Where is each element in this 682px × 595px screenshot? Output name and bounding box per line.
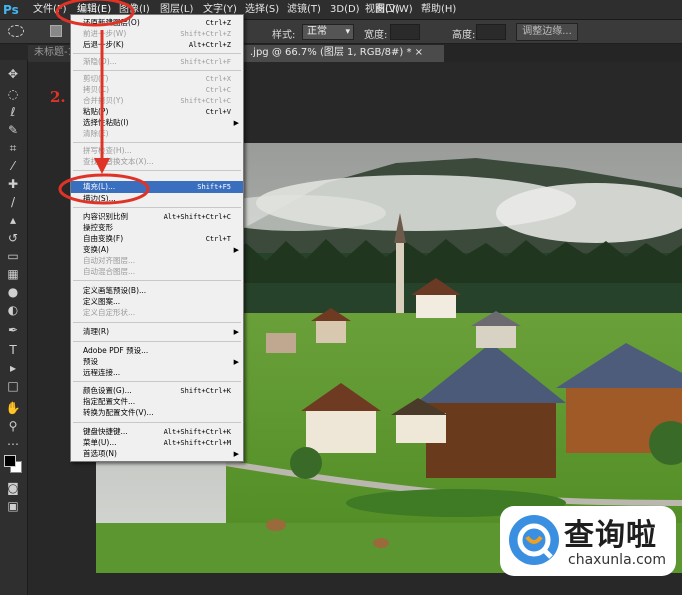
quick-mask-icon[interactable]: ◙ <box>4 480 22 496</box>
menu-item-fill[interactable]: 填充(L)... Shift+F5 <box>71 181 243 193</box>
blur-tool-icon[interactable]: ● <box>4 284 22 300</box>
eyedropper-tool-icon[interactable]: ⁄ <box>4 158 22 174</box>
menu-item-paste[interactable]: 粘贴(P) Ctrl+V <box>71 107 243 117</box>
submenu-arrow-icon: ▶ <box>233 119 239 127</box>
menu-item-define-custom-shape[interactable]: 定义自定形状... <box>71 308 243 318</box>
menu-item-assign-profile[interactable]: 指定配置文件... <box>71 397 243 407</box>
watermark: 查询啦 chaxunla.com <box>500 506 676 576</box>
width-label: 宽度: <box>364 30 388 41</box>
menu-item-keyboard-shortcuts[interactable]: 键盘快捷键... Alt+Shift+Ctrl+K <box>71 427 243 437</box>
clone-stamp-tool-icon[interactable]: ▴ <box>4 212 22 228</box>
elliptical-marquee-icon[interactable] <box>8 25 24 37</box>
menu-separator <box>73 381 241 382</box>
menu-separator <box>73 53 241 54</box>
menu-separator <box>73 70 241 71</box>
menu-item-preferences[interactable]: 首选项(N) ▶ <box>71 449 243 459</box>
path-selection-tool-icon[interactable]: ▸ <box>4 360 22 376</box>
menu-item-copy-merged[interactable]: 合并拷贝(Y) Shift+Ctrl+C <box>71 96 243 106</box>
style-select[interactable]: 正常 <box>302 24 354 40</box>
menu-item-step-forward[interactable]: 前进一步(W) Shift+Ctrl+Z <box>71 29 243 39</box>
submenu-arrow-icon: ▶ <box>233 246 239 254</box>
tab-current-document[interactable]: .jpg @ 66.7% (图层 1, RGB/8#) * × <box>244 45 444 62</box>
menu-item-menus[interactable]: 菜单(U)... Alt+Shift+Ctrl+M <box>71 438 243 448</box>
submenu-arrow-icon: ▶ <box>233 358 239 366</box>
menu-item-define-brush-preset[interactable]: 定义画笔预设(B)... <box>71 286 243 296</box>
menu-item-paste-special[interactable]: 选择性粘贴(I) ▶ <box>71 118 243 128</box>
menu-item-purge[interactable]: 清理(R) ▶ <box>71 327 243 337</box>
step-number-annotation: 2. <box>50 88 66 106</box>
more-tools-icon[interactable]: ⋯ <box>4 436 22 452</box>
refine-edge-button[interactable]: 调整边缘... <box>516 23 578 41</box>
menu-separator <box>73 341 241 342</box>
menu-window[interactable]: 窗口(W) <box>375 3 413 17</box>
menu-separator <box>73 170 241 171</box>
photoshop-logo: Ps <box>3 3 19 17</box>
rectangle-tool-icon[interactable]: □ <box>4 378 22 394</box>
brush-tool-icon[interactable]: / <box>4 194 22 210</box>
menu-item-remote-connections[interactable]: 远程连接... <box>71 368 243 378</box>
lasso-tool-icon[interactable]: ℓ <box>4 104 22 120</box>
menu-separator <box>73 280 241 281</box>
type-tool-icon[interactable]: T <box>4 342 22 358</box>
menu-file[interactable]: 文件(F) <box>33 3 67 17</box>
watermark-text: 查询啦 <box>564 518 657 553</box>
menu-item-undo[interactable]: 还原新建图层(O) Ctrl+Z <box>71 18 243 28</box>
height-input[interactable] <box>476 24 506 40</box>
eraser-tool-icon[interactable]: ▭ <box>4 248 22 264</box>
menu-item-free-transform[interactable]: 自由变换(F) Ctrl+T <box>71 234 243 244</box>
gradient-tool-icon[interactable]: ▦ <box>4 266 22 282</box>
quick-select-tool-icon[interactable]: ✎ <box>4 122 22 138</box>
menu-item-cut[interactable]: 剪切(T) Ctrl+X <box>71 74 243 84</box>
menu-item-transform[interactable]: 变换(A) ▶ <box>71 245 243 255</box>
selection-mode-icon[interactable] <box>50 25 62 37</box>
menu-item-auto-blend-layers[interactable]: 自动混合图层... <box>71 267 243 277</box>
crop-tool-icon[interactable]: ⌗ <box>4 140 22 156</box>
menu-separator <box>73 142 241 143</box>
menu-item-puppet-warp[interactable]: 操控变形 <box>71 223 243 233</box>
menu-item-content-aware-scale[interactable]: 内容识别比例 Alt+Shift+Ctrl+C <box>71 212 243 222</box>
marquee-tool-icon[interactable]: ◌ <box>4 86 22 102</box>
hand-tool-icon[interactable]: ✋ <box>4 400 22 416</box>
menu-item-color-settings[interactable]: 颜色设置(G)... Shift+Ctrl+K <box>71 386 243 396</box>
submenu-arrow-icon: ▶ <box>233 450 239 458</box>
menu-filter[interactable]: 滤镜(T) <box>287 3 321 17</box>
menu-separator <box>73 207 241 208</box>
width-input[interactable] <box>390 24 420 40</box>
submenu-arrow-icon: ▶ <box>233 328 239 336</box>
menu-item-clear[interactable]: 清除(E) <box>71 129 243 139</box>
menu-item-step-backward[interactable]: 后退一步(K) Alt+Ctrl+Z <box>71 40 243 50</box>
history-brush-tool-icon[interactable]: ↺ <box>4 230 22 246</box>
menu-item-find-replace-text[interactable]: 查找和替换文本(X)... <box>71 157 243 167</box>
menu-item-copy[interactable]: 拷贝(C) Ctrl+C <box>71 85 243 95</box>
move-tool-icon[interactable]: ✥ <box>4 66 22 82</box>
menu-3d[interactable]: 3D(D) <box>330 3 360 17</box>
menu-item-fade[interactable]: 渐隐(D)... Shift+Ctrl+F <box>71 57 243 67</box>
menu-item-adobe-pdf-presets[interactable]: Adobe PDF 预设... <box>71 346 243 356</box>
menu-item-define-pattern[interactable]: 定义图案... <box>71 297 243 307</box>
screen-mode-icon[interactable]: ▣ <box>4 498 22 514</box>
chaxunla-logo-icon <box>509 515 559 565</box>
menu-item-check-spelling[interactable]: 拼写检查(H)... <box>71 146 243 156</box>
healing-brush-tool-icon[interactable]: ✚ <box>4 176 22 192</box>
tab-untitled[interactable]: 未标题-1 <box>28 45 75 62</box>
foreground-color-swatch[interactable] <box>4 455 16 467</box>
tools-panel: ✥ ◌ ℓ ✎ ⌗ ⁄ ✚ / ▴ ↺ ▭ ▦ ● ◐ ✒ T ▸ □ ✋ ⚲ … <box>0 60 28 595</box>
menu-separator <box>73 422 241 423</box>
zoom-tool-icon[interactable]: ⚲ <box>4 418 22 434</box>
height-label: 高度: <box>452 30 476 41</box>
menu-separator <box>73 322 241 323</box>
menu-item-stroke[interactable]: 描边(S)... <box>71 194 243 204</box>
menu-help[interactable]: 帮助(H) <box>421 3 456 17</box>
menu-select[interactable]: 选择(S) <box>245 3 279 17</box>
menu-item-convert-to-profile[interactable]: 转换为配置文件(V)... <box>71 408 243 418</box>
edit-dropdown-menu: 还原新建图层(O) Ctrl+Z 前进一步(W) Shift+Ctrl+Z 后退一步… <box>70 14 244 462</box>
watermark-domain: chaxunla.com <box>568 552 666 568</box>
pen-tool-icon[interactable]: ✒ <box>4 322 22 338</box>
dodge-tool-icon[interactable]: ◐ <box>4 302 22 318</box>
menu-item-presets[interactable]: 预设 ▶ <box>71 357 243 367</box>
menu-item-auto-align-layers[interactable]: 自动对齐图层... <box>71 256 243 266</box>
style-label: 样式: <box>272 30 296 41</box>
